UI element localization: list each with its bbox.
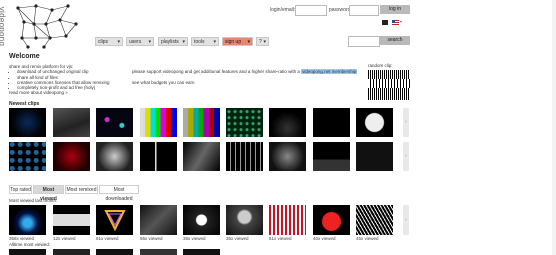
clip-thumbnail[interactable]: [96, 108, 133, 137]
clip-thumbnail[interactable]: [183, 205, 220, 235]
search-button[interactable]: search: [380, 36, 410, 45]
clip-thumbnail[interactable]: [356, 108, 393, 137]
support-prefix: please support videopong and get additio…: [132, 69, 302, 74]
brand-name: videopong: [0, 6, 7, 47]
view-count: 358x viewed: [9, 236, 35, 241]
read-more-link[interactable]: read more about videopong »: [9, 90, 124, 95]
alltime-most-viewed-label: Alltime most viewed:: [9, 242, 51, 247]
tab-most-viewed[interactable]: Most viewed: [33, 185, 64, 202]
view-count: 36x viewed: [226, 236, 249, 241]
clip-thumbnail[interactable]: [183, 108, 220, 137]
login-button[interactable]: log in: [380, 5, 410, 14]
tab-top-rated[interactable]: Top rated: [9, 185, 32, 194]
view-count: 45x viewed: [356, 236, 379, 241]
nav-users[interactable]: users: [126, 37, 154, 47]
clip-thumbnail[interactable]: [269, 205, 306, 235]
nav-help[interactable]: ?: [256, 37, 269, 47]
brand-logo-text[interactable]: videopong: [0, 2, 12, 52]
display-toggle-icon[interactable]: [382, 20, 388, 25]
view-count: 12x viewed: [53, 236, 76, 241]
clip-thumbnail[interactable]: [313, 108, 350, 137]
welcome-intro-block: share and remix platform for vjs: downlo…: [9, 64, 124, 96]
support-text: please support videopong and get additio…: [132, 69, 362, 74]
clip-thumbnail[interactable]: [9, 142, 46, 171]
network-logo-icon: [16, 4, 78, 49]
language-flag-icon[interactable]: [392, 20, 399, 25]
login-email-input[interactable]: [295, 5, 327, 16]
page-scrollbar[interactable]: [552, 0, 556, 255]
feature-list: download of unchanged original clip shar…: [9, 69, 124, 90]
clip-thumbnail[interactable]: [226, 142, 263, 171]
clip-thumbnail[interactable]: [9, 249, 46, 255]
scroll-right-icon[interactable]: ›: [403, 142, 409, 171]
search-input[interactable]: [348, 36, 380, 47]
clip-thumbnail[interactable]: [53, 249, 90, 255]
clip-thumbnail[interactable]: [140, 142, 177, 171]
clip-thumbnail[interactable]: [313, 205, 350, 235]
view-count: 38x viewed: [183, 236, 206, 241]
clip-thumbnail[interactable]: [53, 205, 90, 235]
view-count: 91x viewed: [96, 236, 119, 241]
newest-clips-title: Newest clips: [9, 101, 40, 107]
password-input[interactable]: [349, 5, 379, 16]
clip-thumbnail[interactable]: [9, 205, 46, 235]
nav-playlists[interactable]: playlists: [158, 37, 188, 47]
clip-thumbnail[interactable]: [96, 205, 133, 235]
clip-thumbnail[interactable]: [53, 108, 90, 137]
membership-link[interactable]: videopong.net membership: [301, 69, 358, 74]
clip-thumbnail[interactable]: [140, 249, 177, 255]
clip-thumbnail[interactable]: [183, 142, 220, 171]
random-clip-thumbnail[interactable]: [368, 70, 410, 100]
login-label: login/email:: [270, 7, 296, 13]
chevron-down-icon[interactable]: ▾: [400, 19, 402, 24]
triangle-icon: [104, 210, 126, 232]
clip-thumbnail[interactable]: [9, 108, 46, 137]
clip-thumbnail[interactable]: [53, 142, 90, 171]
view-count: 40x viewed: [313, 236, 336, 241]
clip-thumbnail[interactable]: [313, 142, 350, 171]
clip-thumbnail[interactable]: [356, 142, 393, 171]
clip-thumbnail[interactable]: [96, 142, 133, 171]
random-clip-label: random clip:: [368, 63, 393, 68]
clip-thumbnail[interactable]: [96, 249, 133, 255]
view-count: 51x viewed: [269, 236, 292, 241]
most-viewed-last-month-label: Most viewed last month:: [9, 198, 58, 203]
nav-clips[interactable]: clips: [95, 37, 123, 47]
clip-thumbnail[interactable]: [183, 249, 220, 255]
clip-thumbnail[interactable]: [356, 205, 393, 235]
view-count: 56x viewed: [140, 236, 163, 241]
scroll-right-icon[interactable]: ›: [403, 205, 409, 235]
budget-link[interactable]: see what budgets you can earn: [132, 80, 195, 85]
welcome-title: Welcome: [9, 53, 40, 60]
clip-thumbnail[interactable]: [140, 108, 177, 137]
clip-thumbnail[interactable]: [269, 142, 306, 171]
clip-thumbnail[interactable]: [140, 205, 177, 235]
scroll-right-icon[interactable]: ›: [403, 108, 409, 137]
tab-most-remixed[interactable]: Most remixed: [65, 185, 98, 194]
clip-thumbnail[interactable]: [269, 108, 306, 137]
nav-sign-up[interactable]: sign up: [222, 37, 253, 47]
clip-thumbnail[interactable]: [226, 108, 263, 137]
clip-thumbnail[interactable]: [226, 205, 263, 235]
tab-most-downloaded[interactable]: Most downloaded: [99, 185, 139, 202]
nav-tools[interactable]: tools: [191, 37, 219, 47]
